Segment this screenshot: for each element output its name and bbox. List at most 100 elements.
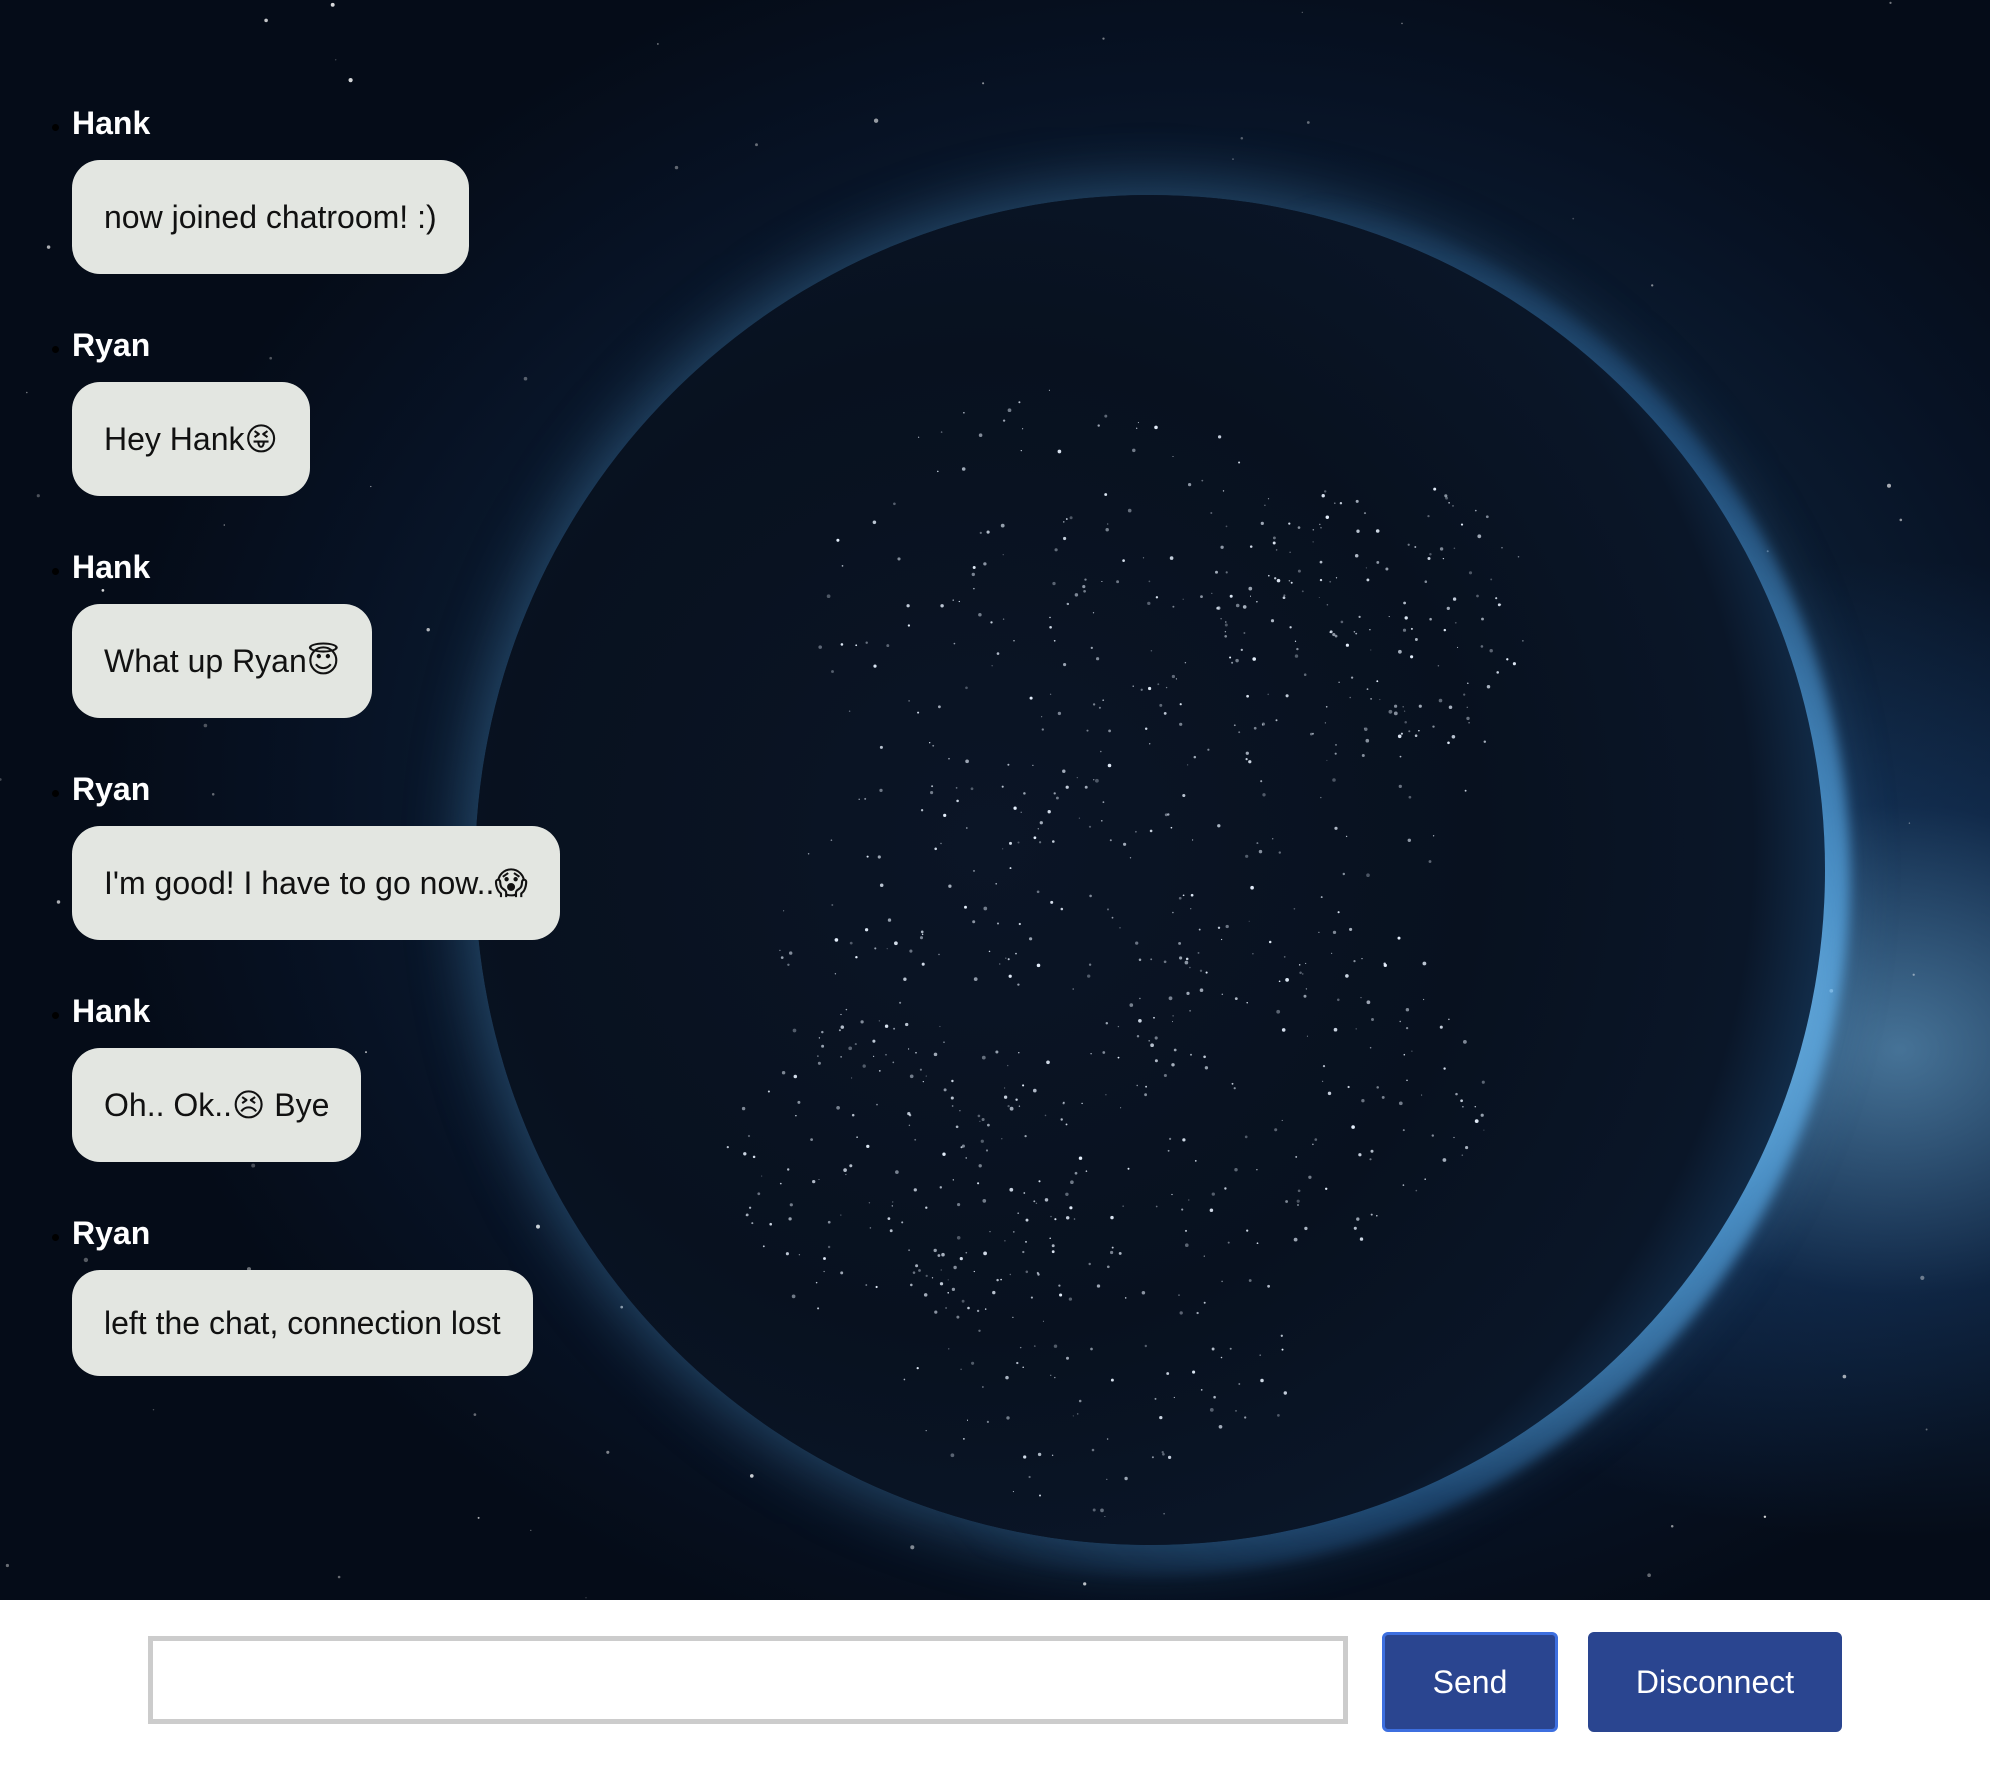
- city-light: [942, 1152, 946, 1156]
- city-light: [960, 1146, 963, 1149]
- city-light: [1116, 580, 1120, 584]
- city-light: [947, 1292, 949, 1294]
- city-light: [1123, 842, 1127, 846]
- city-light: [1048, 389, 1050, 391]
- city-light: [1272, 838, 1274, 840]
- city-light: [1042, 1320, 1044, 1322]
- city-light: [1122, 559, 1125, 562]
- city-light: [1224, 634, 1228, 638]
- city-light: [1052, 840, 1055, 843]
- city-light: [836, 1105, 840, 1110]
- city-light: [1023, 1192, 1026, 1194]
- city-light: [1039, 1494, 1041, 1497]
- city-light: [1007, 763, 1010, 766]
- city-light: [952, 599, 954, 601]
- city-light: [1053, 792, 1056, 795]
- city-light: [1120, 1107, 1122, 1109]
- city-light: [1289, 551, 1291, 553]
- city-light: [1073, 1218, 1076, 1220]
- city-light: [1106, 1438, 1109, 1440]
- city-light: [1148, 743, 1151, 745]
- city-light: [1466, 716, 1470, 721]
- city-light: [1215, 570, 1218, 574]
- city-light: [979, 531, 982, 535]
- city-light: [1090, 646, 1093, 650]
- city-light: [1013, 640, 1015, 642]
- city-light: [818, 645, 822, 649]
- city-light: [956, 1315, 960, 1319]
- city-light: [1012, 1491, 1014, 1493]
- city-light: [1457, 646, 1459, 648]
- city-light: [788, 1217, 792, 1221]
- send-button[interactable]: Send: [1382, 1632, 1558, 1732]
- city-light: [1353, 630, 1356, 633]
- city-light: [1137, 422, 1139, 424]
- city-light: [1117, 1025, 1120, 1028]
- city-light: [1403, 710, 1406, 712]
- city-light: [937, 470, 939, 473]
- city-light: [1200, 595, 1203, 598]
- city-light: [918, 1269, 921, 1272]
- city-light: [1024, 1134, 1027, 1138]
- city-light: [1178, 1294, 1180, 1296]
- city-light: [826, 594, 831, 599]
- city-light: [921, 962, 925, 966]
- city-light: [851, 1077, 853, 1079]
- city-light: [1220, 1356, 1223, 1359]
- city-light: [1173, 1048, 1177, 1052]
- city-light: [1248, 1279, 1252, 1282]
- sender-name: Hank: [72, 549, 151, 585]
- city-light: [873, 664, 877, 668]
- city-light: [1283, 956, 1286, 958]
- city-light: [1463, 1040, 1467, 1044]
- city-light: [1063, 536, 1067, 541]
- city-light: [1467, 682, 1469, 684]
- city-light: [1403, 601, 1406, 605]
- city-light: [1106, 1478, 1108, 1480]
- city-light: [915, 1264, 919, 1268]
- star: [1920, 1275, 1925, 1280]
- city-light: [1393, 711, 1398, 716]
- city-light: [1474, 1105, 1477, 1108]
- city-light: [1294, 654, 1299, 658]
- list-item: Hank Oh.. Ok..😣 Bye: [72, 988, 560, 1162]
- city-light: [985, 1149, 989, 1152]
- city-light: [1107, 763, 1112, 768]
- city-light: [1490, 578, 1493, 581]
- city-light: [1455, 1092, 1458, 1096]
- city-light: [1008, 974, 1012, 978]
- city-light: [1190, 1053, 1192, 1056]
- city-light: [1360, 996, 1362, 999]
- city-light: [919, 936, 924, 940]
- city-light: [831, 670, 834, 673]
- city-light: [983, 562, 987, 566]
- city-light: [1044, 1198, 1049, 1202]
- city-light: [1258, 849, 1263, 854]
- city-light: [855, 644, 858, 647]
- city-light: [1085, 1170, 1088, 1172]
- city-light: [1172, 1015, 1174, 1017]
- city-light: [1028, 937, 1033, 941]
- city-light: [1388, 616, 1390, 618]
- message-input[interactable]: [148, 1636, 1348, 1724]
- city-light: [1448, 502, 1450, 504]
- city-light: [972, 869, 976, 872]
- city-light: [1154, 1036, 1158, 1040]
- message-bubble: Oh.. Ok..😣 Bye: [72, 1048, 362, 1162]
- city-light: [1144, 727, 1148, 730]
- city-light: [937, 1254, 941, 1257]
- city-light: [1358, 1153, 1362, 1157]
- city-light: [941, 1252, 945, 1257]
- city-light: [840, 1214, 842, 1216]
- city-light: [1481, 617, 1484, 621]
- city-light: [996, 1278, 999, 1282]
- city-light: [956, 1236, 961, 1240]
- city-light: [1163, 960, 1167, 964]
- message-bubble: What up Ryan😇: [72, 604, 373, 718]
- city-light: [987, 1123, 990, 1127]
- city-light: [1190, 893, 1194, 897]
- city-light: [1349, 696, 1351, 699]
- city-light: [1285, 694, 1289, 698]
- disconnect-button[interactable]: Disconnect: [1588, 1632, 1842, 1732]
- city-light: [1229, 1347, 1232, 1350]
